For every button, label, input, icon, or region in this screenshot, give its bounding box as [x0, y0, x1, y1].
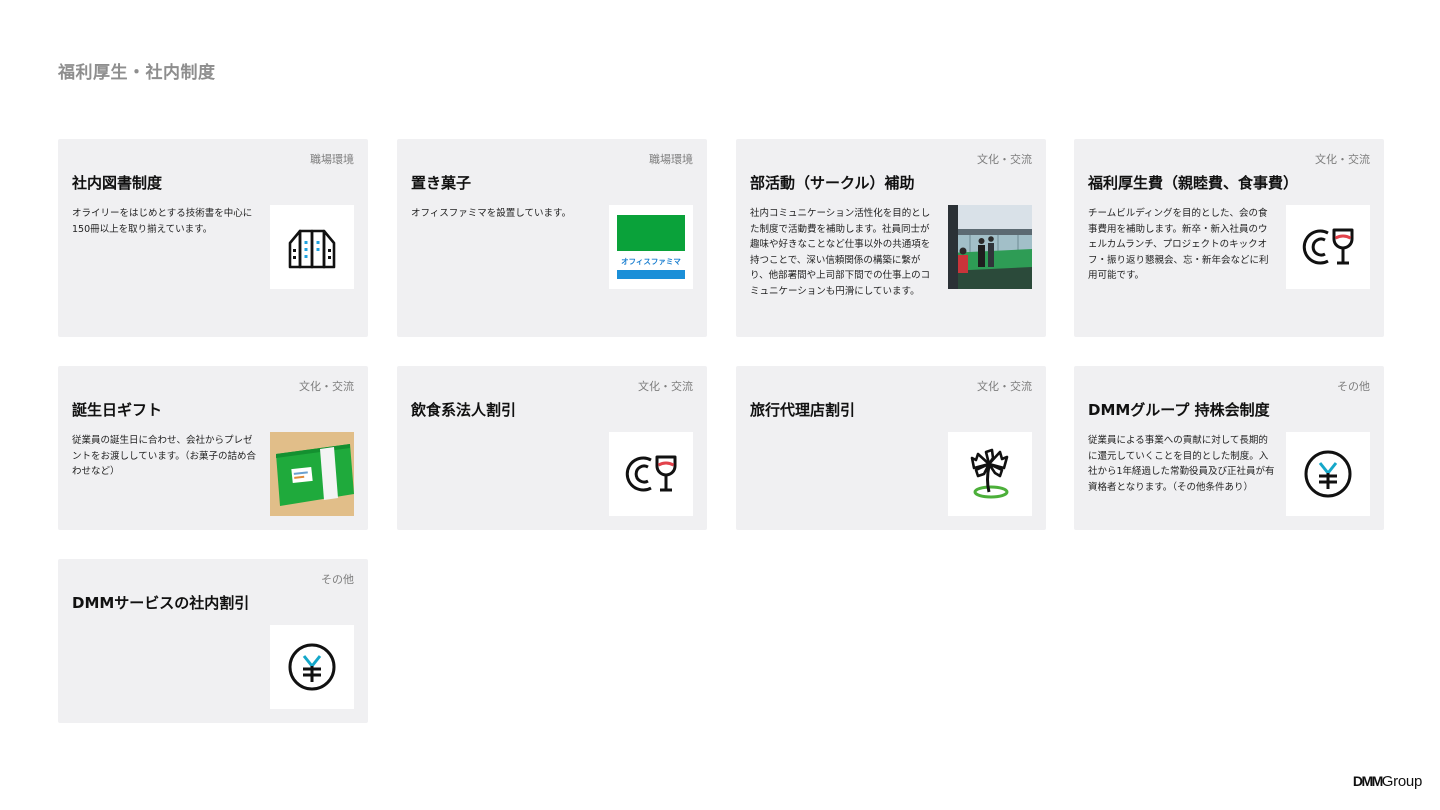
- benefit-card-dmm-service-discount: その他 DMMサービスの社内割引: [58, 559, 368, 723]
- logo-group: Group: [1381, 773, 1423, 790]
- benefit-card-stock-ownership: その他 DMMグループ 持株会制度 従業員による事業への貢献に対して長期的に還元…: [1074, 366, 1384, 530]
- benefit-card-library: 職場環境 社内図書制度 オライリーをはじめとする技術書を中心に150冊以上を取り…: [58, 139, 368, 337]
- benefit-card-welfare-expense: 文化・交流 福利厚生費（親睦費、食事費） チームビルディングを目的とした、会の食…: [1074, 139, 1384, 337]
- card-title: 置き菓子: [411, 174, 472, 192]
- card-title: DMMサービスの社内割引: [72, 594, 250, 612]
- card-description: 従業員による事業への貢献に対して長期的に還元していくことを目的とした制度。入社か…: [1088, 435, 1275, 493]
- benefit-card-travel-discount: 文化・交流 旅行代理店割引: [736, 366, 1046, 530]
- card-title: 社内図書制度: [72, 174, 163, 192]
- category-tag: その他: [321, 573, 354, 586]
- card-title: 誕生日ギフト: [72, 401, 163, 419]
- card-description: 社内コミュニケーション活性化を目的とした制度で活動費を補助します。社員同士が趣味…: [750, 208, 931, 297]
- card-description: オフィスファミマを設置しています。: [411, 208, 572, 219]
- bookshelf-icon: [270, 205, 354, 289]
- card-title: DMMグループ 持株会制度: [1088, 401, 1270, 419]
- card-description: チームビルディングを目的とした、会の食事費用を補助します。新卒・新入社員のウェル…: [1088, 208, 1269, 281]
- dining-icon: [1286, 205, 1370, 289]
- dmm-group-logo: DMMGroup: [1353, 773, 1422, 790]
- card-title: 旅行代理店割引: [750, 401, 856, 419]
- page-title: 福利厚生・社内制度: [58, 63, 216, 83]
- benefit-card-birthday-gift: 文化・交流 誕生日ギフト 従業員の誕生日に合わせ、会社からプレゼントをお渡しして…: [58, 366, 368, 530]
- card-title: 部活動（サークル）補助: [750, 174, 915, 192]
- benefit-card-snacks: 職場環境 置き菓子 オフィスファミマを設置しています。 オフィスファミマ: [397, 139, 707, 337]
- category-tag: 文化・交流: [977, 153, 1032, 166]
- golf-range-photo: [948, 205, 1032, 289]
- category-tag: その他: [1337, 380, 1370, 393]
- card-title: 福利厚生費（親睦費、食事費）: [1088, 174, 1299, 192]
- category-tag: 文化・交流: [977, 380, 1032, 393]
- category-tag: 文化・交流: [1315, 153, 1370, 166]
- logo-dmm: DMM: [1352, 773, 1383, 789]
- category-tag: 文化・交流: [638, 380, 693, 393]
- dining-icon: [609, 432, 693, 516]
- logo-text: オフィスファミマ: [621, 257, 681, 266]
- category-tag: 文化・交流: [299, 380, 354, 393]
- yen-icon: [1286, 432, 1370, 516]
- gift-box-photo: [270, 432, 354, 516]
- benefit-card-dining-discount: 文化・交流 飲食系法人割引: [397, 366, 707, 530]
- card-description: 従業員の誕生日に合わせ、会社からプレゼントをお渡ししています。（お菓子の詰め合わ…: [72, 435, 257, 477]
- category-tag: 職場環境: [649, 153, 693, 166]
- card-description: オライリーをはじめとする技術書を中心に150冊以上を取り揃えています。: [72, 208, 253, 235]
- palm-tree-icon: [948, 432, 1032, 516]
- yen-icon: [270, 625, 354, 709]
- card-title: 飲食系法人割引: [411, 401, 517, 419]
- benefit-card-club: 文化・交流 部活動（サークル）補助 社内コミュニケーション活性化を目的とした制度…: [736, 139, 1046, 337]
- office-famima-logo: オフィスファミマ: [609, 205, 693, 289]
- category-tag: 職場環境: [310, 153, 354, 166]
